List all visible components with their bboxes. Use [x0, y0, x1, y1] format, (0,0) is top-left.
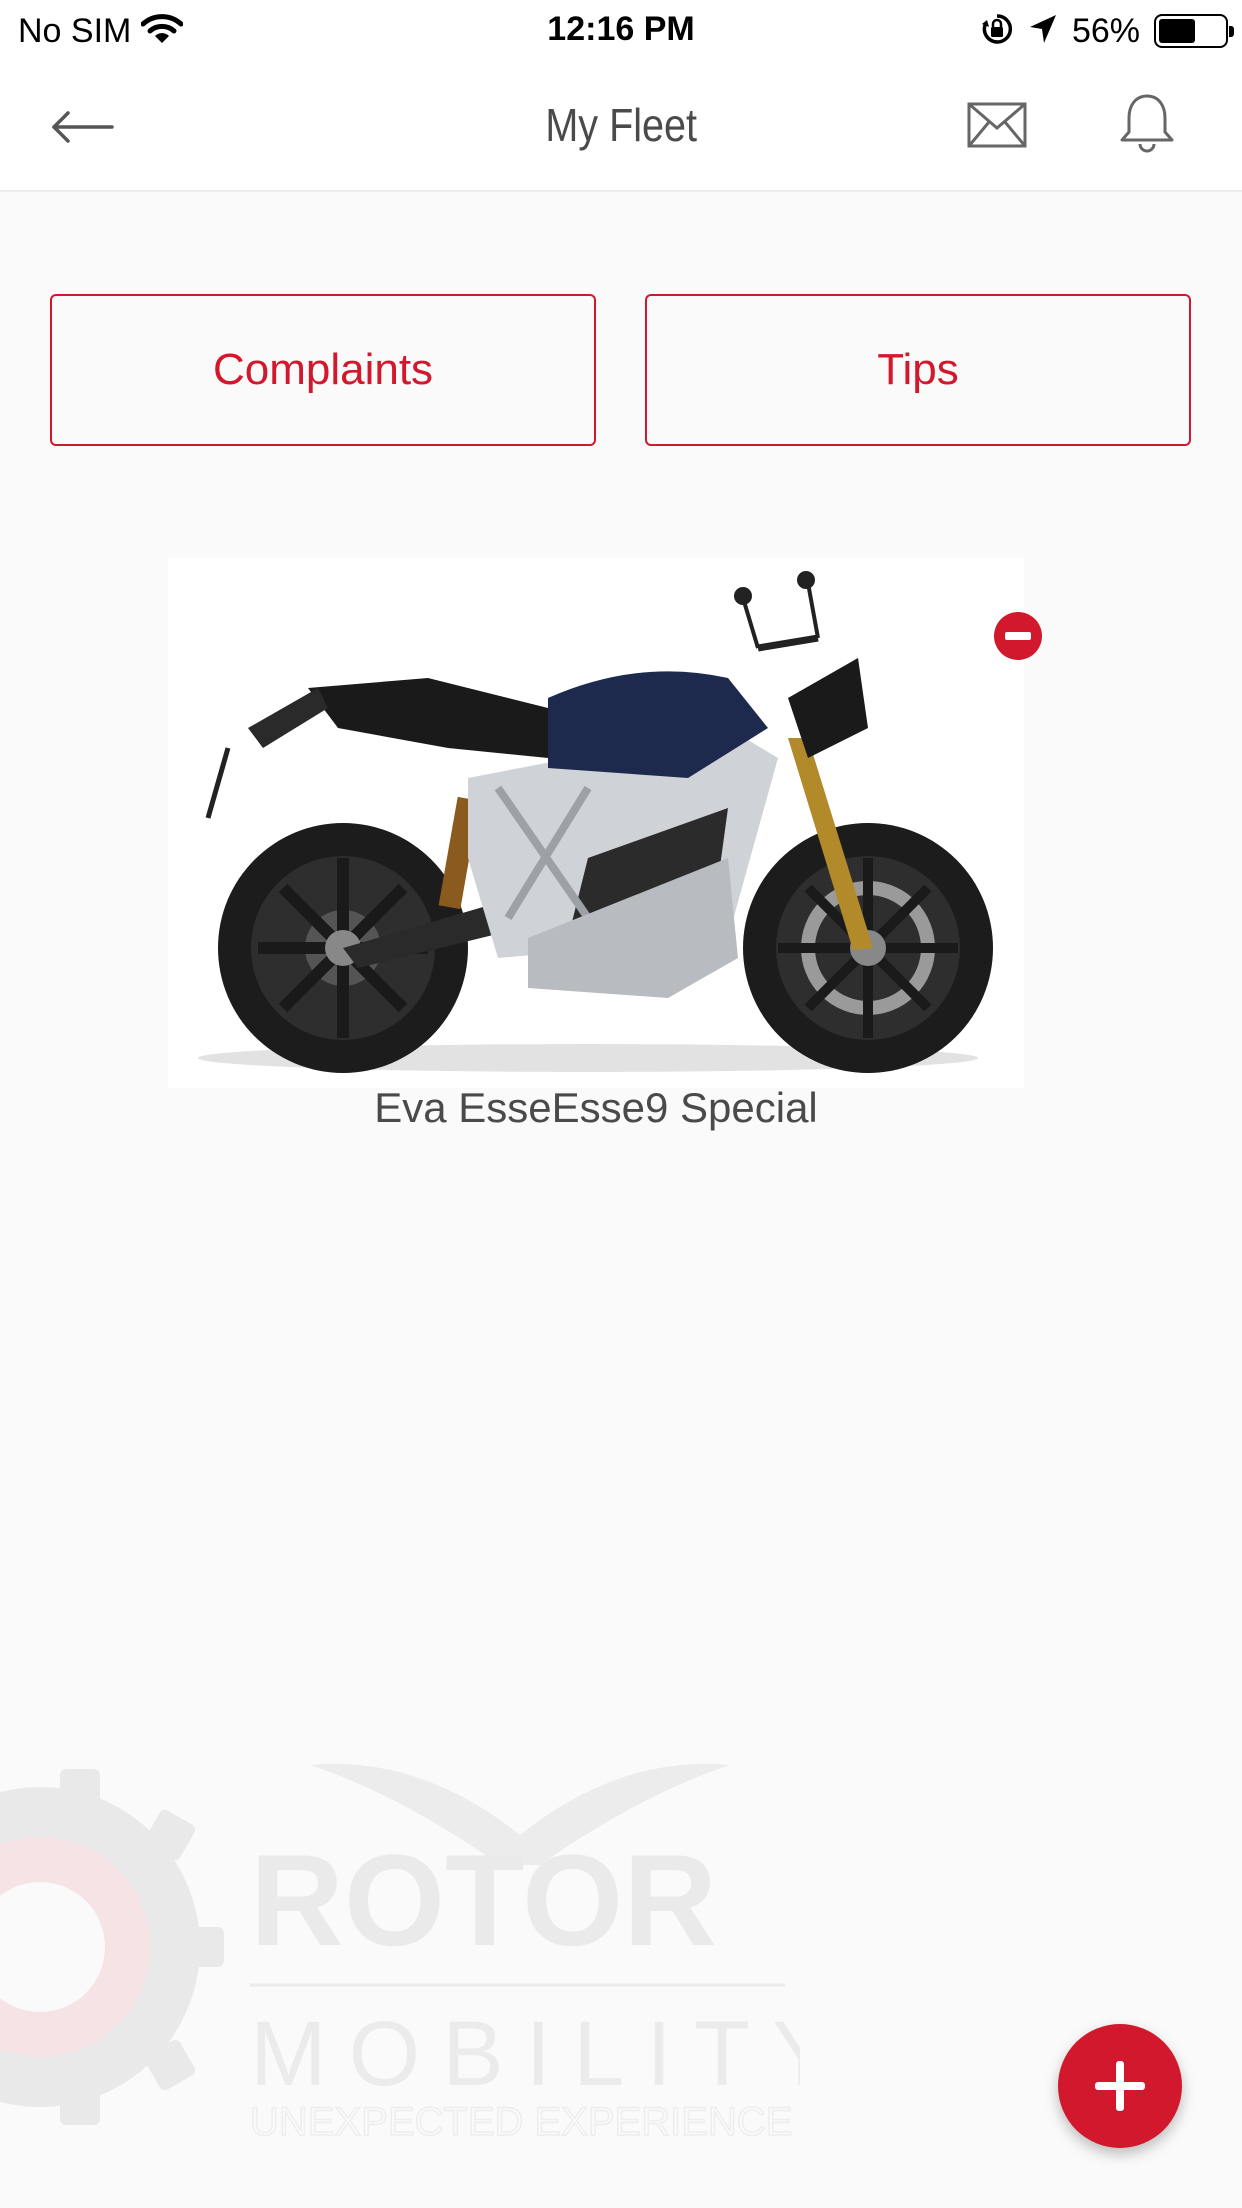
- orientation-lock-icon: [980, 12, 1014, 51]
- add-vehicle-button[interactable]: [1058, 2024, 1182, 2148]
- bell-icon[interactable]: [1112, 88, 1182, 158]
- wifi-icon: [140, 13, 184, 50]
- plus-icon: [1095, 2061, 1145, 2111]
- brand-watermark: ROTOR MOBILITY UNEXPECTED EXPERIENCE: [0, 1755, 800, 2155]
- battery-fill: [1159, 19, 1195, 43]
- status-bar: No SIM 12:16 PM 56%: [0, 0, 1242, 62]
- mail-icon[interactable]: [962, 92, 1032, 158]
- location-arrow-icon: [1028, 13, 1058, 50]
- page-title: My Fleet: [545, 99, 697, 151]
- status-left: No SIM: [18, 10, 184, 52]
- remove-icon-bar: [1005, 632, 1031, 640]
- nav-bar: My Fleet: [0, 62, 1242, 192]
- tips-button[interactable]: Tips: [645, 294, 1191, 446]
- carrier-label: No SIM: [18, 11, 132, 50]
- back-arrow-icon[interactable]: [50, 97, 130, 157]
- battery-percent: 56%: [1071, 11, 1140, 50]
- watermark-brand-name: ROTOR: [250, 1827, 717, 1973]
- complaints-button[interactable]: Complaints: [50, 294, 596, 446]
- battery-nub: [1229, 26, 1234, 37]
- battery-icon: [1154, 14, 1234, 48]
- watermark-tagline: UNEXPECTED EXPERIENCE: [250, 2100, 792, 2144]
- vehicle-card[interactable]: Eva EsseEsse9 Special: [168, 558, 1042, 1138]
- vehicle-name[interactable]: Eva EsseEsse9 Special: [168, 1084, 1024, 1132]
- status-time: 12:16 PM: [547, 10, 695, 48]
- status-right: 56%: [980, 10, 1234, 52]
- remove-icon[interactable]: [994, 612, 1042, 660]
- watermark-brand-line2: MOBILITY: [250, 2003, 800, 2105]
- motorcycle-image[interactable]: [168, 558, 1024, 1088]
